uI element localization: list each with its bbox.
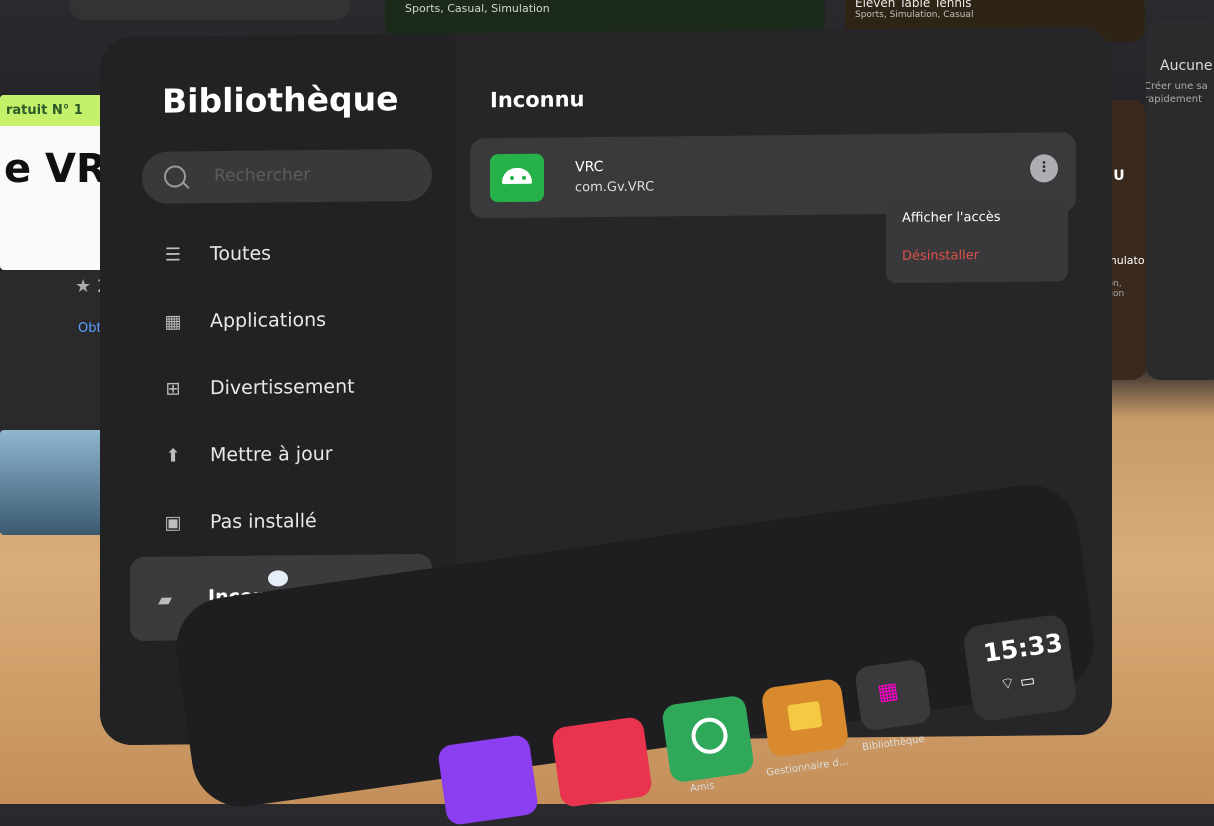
search-icon	[164, 165, 186, 188]
uninstall-menu-item[interactable]: Désinstaller	[902, 248, 979, 264]
sidebar-item-label: Pas installé	[210, 510, 317, 534]
sidebar-item-label: Mettre à jour	[210, 442, 333, 467]
app-name: VRC	[575, 159, 604, 176]
grid-icon: ▦	[164, 311, 182, 333]
clock-time: 15:33	[981, 627, 1065, 668]
clock-widget[interactable]: 15:33 ⌔ ▭	[961, 613, 1079, 723]
android-icon	[490, 153, 544, 203]
sidebar-item-label: Applications	[210, 308, 327, 333]
sidebar-item-divertissement[interactable]: ⊞ Divertissement	[100, 363, 440, 417]
search-placeholder: Rechercher	[214, 165, 311, 187]
background-ship-image	[0, 430, 112, 535]
app-grid-icon: ▦	[875, 678, 899, 706]
sidebar-item-label: Divertissement	[210, 375, 355, 400]
sidebar-item-label: Toutes	[210, 242, 272, 266]
sidebar-item-mettre-a-jour[interactable]: ⬆ Mettre à jour	[100, 430, 440, 484]
search-input[interactable]: Rechercher	[142, 148, 432, 204]
right-panel-subtitle: Créer une sa rapidement	[1146, 81, 1208, 105]
context-menu: Afficher l'accès Désinstaller	[886, 195, 1068, 284]
box-icon: ▣	[164, 512, 182, 534]
dock-label-amis: Amis	[689, 780, 716, 795]
more-options-button[interactable]: ⋮	[1030, 154, 1058, 183]
dock-label-file-manager: Gestionnaire d...	[765, 756, 849, 779]
app-package: com.Gv.VRC	[575, 179, 655, 196]
gamepad-icon: ⊞	[165, 378, 181, 400]
sidebar-item-applications[interactable]: ▦ Applications	[100, 296, 440, 350]
show-access-menu-item[interactable]: Afficher l'accès	[902, 210, 1001, 226]
android-icon: ▰	[158, 589, 172, 611]
library-button[interactable]: ▦	[853, 658, 933, 732]
background-card-genres: Sports, Casual, Simulation	[405, 2, 550, 15]
upload-icon: ⬆	[165, 445, 181, 467]
page-title: Bibliothèque	[162, 79, 399, 121]
background-card-top-left	[70, 0, 350, 20]
file-manager-button[interactable]	[760, 677, 850, 759]
wifi-battery-icons: ⌔ ▭	[998, 670, 1037, 694]
folder-icon	[787, 700, 823, 732]
right-panel-title: Aucune	[1160, 58, 1213, 74]
background-right-panel: Aucune Créer une sa rapidement	[1146, 20, 1214, 380]
sidebar-item-toutes[interactable]: ☰ Toutes	[100, 229, 440, 283]
list-icon: ☰	[164, 244, 182, 266]
friends-button[interactable]	[660, 694, 756, 784]
chat-bubble-icon	[689, 715, 730, 757]
star-icon: ★	[75, 276, 92, 297]
sidebar-item-pas-installe[interactable]: ▣ Pas installé	[100, 497, 440, 551]
store-icon[interactable]	[550, 715, 654, 809]
section-title: Inconnu	[490, 87, 585, 113]
background-card-genres: Sports, Simulation, Casual	[855, 10, 974, 20]
background-card-title: Eleven Table Tennis	[855, 0, 972, 10]
messenger-icon[interactable]	[436, 733, 540, 826]
